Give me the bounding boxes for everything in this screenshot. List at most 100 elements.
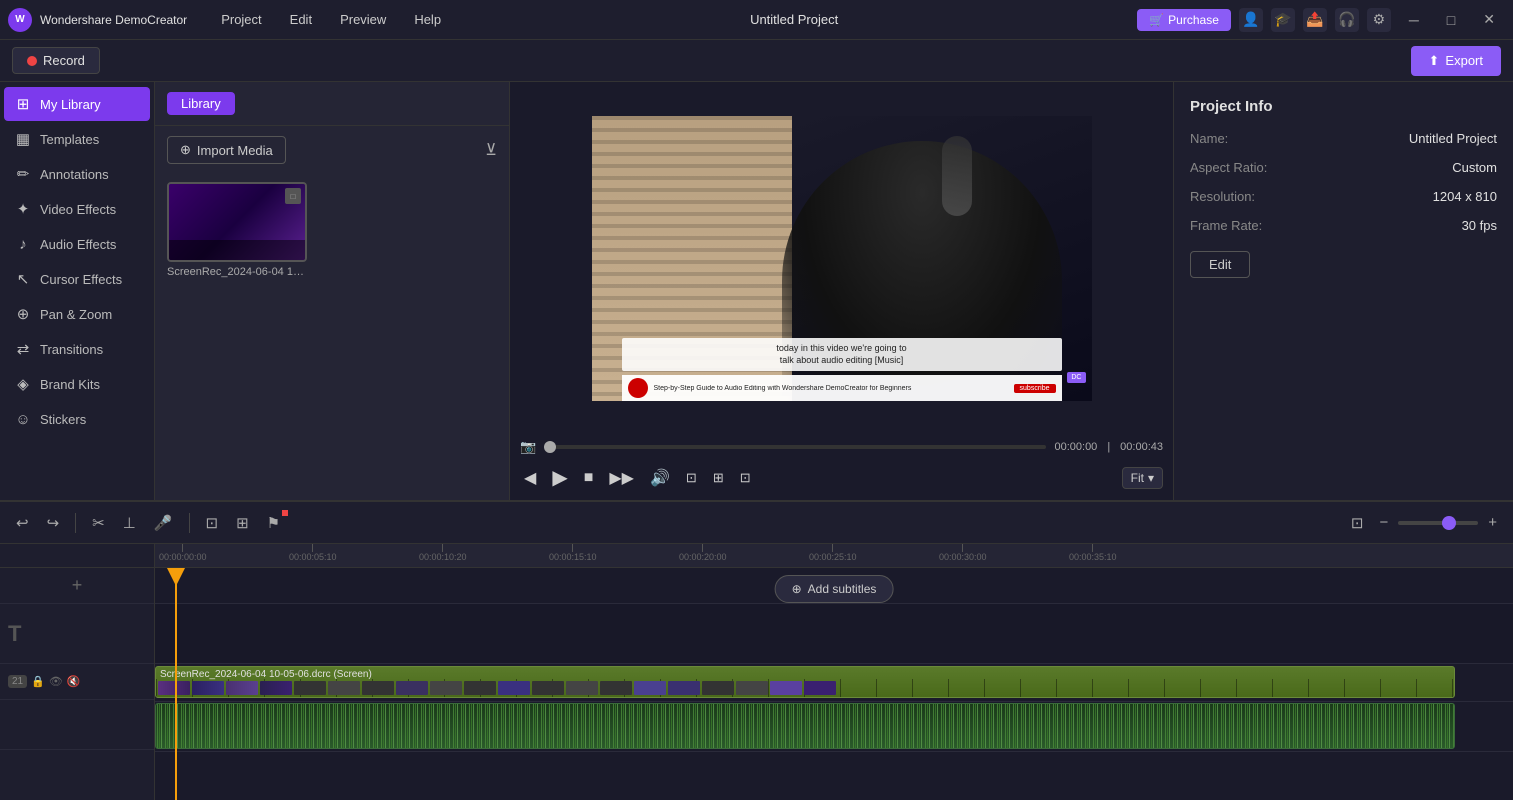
ruler-mark: 00:00:00:00	[159, 544, 207, 562]
ruler-mark: 00:00:35:10	[1069, 544, 1117, 562]
screenshot-icon[interactable]: 📷	[520, 439, 536, 455]
library-tab[interactable]: Library	[167, 92, 235, 115]
purchase-button[interactable]: 🛒 Purchase	[1137, 9, 1231, 31]
menu-preview[interactable]: Preview	[330, 8, 396, 31]
stop-button[interactable]: ■	[580, 467, 598, 489]
ruler-mark: 00:00:25:10	[809, 544, 857, 562]
split-audio-video-button[interactable]: ⊥	[117, 510, 142, 536]
sidebar-item-brand-kits[interactable]: ◈ Brand Kits	[4, 367, 150, 401]
edit-project-info-button[interactable]: Edit	[1190, 251, 1250, 278]
menu-edit[interactable]: Edit	[280, 8, 322, 31]
sidebar-item-label: Video Effects	[40, 202, 116, 217]
mute-icon[interactable]: 🔇	[67, 675, 81, 688]
sidebar-item-transitions[interactable]: ⇄ Transitions	[4, 332, 150, 366]
fullscreen-button[interactable]: ⊡	[736, 468, 755, 488]
import-media-button[interactable]: ⊕ Import Media	[167, 136, 286, 164]
info-row-name: Name: Untitled Project	[1190, 131, 1497, 146]
toolbar-divider	[75, 513, 76, 533]
current-time: 00:00:00	[1054, 441, 1097, 453]
zoom-in-button[interactable]: +	[1482, 510, 1503, 535]
filter-icon[interactable]: ⊻	[485, 140, 497, 160]
sidebar-item-label: Annotations	[40, 167, 109, 182]
video-track-row: ScreenRec_2024-06-04 10-05-06.dcrc (Scre…	[155, 664, 1513, 702]
video-clip[interactable]: ScreenRec_2024-06-04 10-05-06.dcrc (Scre…	[155, 666, 1455, 698]
progress-thumb[interactable]	[544, 441, 556, 453]
import-icon: ⊕	[180, 142, 191, 158]
video-track-controls: 🔒 👁 🔇	[31, 675, 80, 688]
info-row-resolution: Resolution: 1204 x 810	[1190, 189, 1497, 204]
purchase-icon: 🛒	[1149, 13, 1164, 27]
sidebar-item-templates[interactable]: ▦ Templates	[4, 122, 150, 156]
timeline-right[interactable]: 00:00:00:00 00:00:05:10 00:00:10:20 00:0…	[155, 544, 1513, 800]
sidebar-item-label: My Library	[40, 97, 101, 112]
minimize-button[interactable]: ─	[1399, 8, 1429, 32]
cut-button[interactable]: ✂	[86, 510, 111, 536]
brand-kits-icon: ◈	[14, 375, 32, 393]
ruler-tick	[1092, 544, 1093, 552]
zoom-controls: ⊡ − +	[1345, 510, 1503, 536]
volume-button[interactable]: 🔊	[646, 466, 674, 490]
ruler-mark: 00:00:30:00	[939, 544, 987, 562]
menu-help[interactable]: Help	[404, 8, 451, 31]
sidebar-item-cursor-effects[interactable]: ↖ Cursor Effects	[4, 262, 150, 296]
timeline-toolbar: ↩ ↪ ✂ ⊥ 🎤 ⊡ ⊞ ⚑ ⊡ − +	[0, 502, 1513, 544]
send-icon[interactable]: 📤	[1303, 8, 1327, 32]
sidebar-item-pan-zoom[interactable]: ⊕ Pan & Zoom	[4, 297, 150, 331]
zoom-out-button[interactable]: −	[1373, 510, 1394, 535]
sidebar-item-label: Brand Kits	[40, 377, 100, 392]
fit-dropdown[interactable]: Fit ▾	[1122, 467, 1163, 489]
user-account-icon[interactable]: 👤	[1239, 8, 1263, 32]
export-button[interactable]: ⬆ Export	[1411, 46, 1501, 76]
sidebar-item-annotations[interactable]: ✏ Annotations	[4, 157, 150, 191]
flag-button[interactable]: ⚑	[261, 510, 286, 536]
list-item[interactable]: □ ScreenRec_2024-06-04 10-0...	[167, 182, 307, 278]
fit-timeline-button[interactable]: ⊡	[1345, 510, 1370, 536]
lock-icon[interactable]: 🔒	[31, 675, 45, 688]
text-track-icon: T	[8, 621, 21, 647]
sidebar-item-video-effects[interactable]: ✦ Video Effects	[4, 192, 150, 226]
project-info-panel: Project Info Name: Untitled Project Aspe…	[1173, 82, 1513, 500]
rewind-button[interactable]: ◀	[520, 466, 540, 490]
fast-forward-button[interactable]: ▶▶	[605, 466, 638, 490]
sidebar-item-audio-effects[interactable]: ♪ Audio Effects	[4, 227, 150, 261]
add-media-button[interactable]: ⊡	[200, 510, 225, 536]
group-button[interactable]: ⊞	[230, 510, 255, 536]
add-track-button[interactable]: +	[0, 568, 154, 604]
audio-clip[interactable]	[155, 703, 1455, 749]
zoom-thumb[interactable]	[1442, 516, 1456, 530]
audio-track-label	[0, 700, 154, 750]
sidebar-item-label: Stickers	[40, 412, 86, 427]
eye-icon[interactable]: 👁	[49, 675, 63, 688]
toolbar-divider2	[189, 513, 190, 533]
record-button[interactable]: Record	[12, 47, 100, 74]
settings-icon[interactable]: ⚙	[1367, 8, 1391, 32]
channel-description: Step-by-Step Guide to Audio Editing with…	[654, 385, 1008, 392]
channel-bar: Step-by-Step Guide to Audio Editing with…	[622, 375, 1062, 401]
sidebar-item-my-library[interactable]: ⊞ My Library	[4, 87, 150, 121]
sidebar-item-stickers[interactable]: ☺ Stickers	[4, 402, 150, 436]
progress-track[interactable]	[544, 445, 1046, 449]
maximize-button[interactable]: □	[1437, 8, 1465, 32]
redo-button[interactable]: ↪	[41, 510, 66, 536]
plus-circle-icon: ⊕	[792, 582, 802, 596]
undo-button[interactable]: ↩	[10, 510, 35, 536]
crop-button[interactable]: ⊡	[682, 468, 701, 488]
audio-waveform	[156, 704, 1454, 748]
timeline-track-labels: + T 21 🔒 👁 🔇	[0, 544, 155, 800]
text-track-row: ⊕ Add subtitles	[155, 604, 1513, 664]
headset-icon[interactable]: 🎧	[1335, 8, 1359, 32]
ruler-tick	[962, 544, 963, 552]
menu-project[interactable]: Project	[211, 8, 271, 31]
playhead[interactable]	[175, 568, 177, 800]
toolbar: Record ⬆ Export	[0, 40, 1513, 82]
zoom-track[interactable]	[1398, 521, 1478, 525]
close-button[interactable]: ✕	[1473, 7, 1505, 32]
graduation-icon[interactable]: 🎓	[1271, 8, 1295, 32]
resolution-label: Resolution:	[1190, 189, 1255, 204]
zoom-fit-button[interactable]: ⊞	[709, 468, 728, 488]
add-subtitles-button[interactable]: ⊕ Add subtitles	[775, 575, 894, 603]
record-voice-button[interactable]: 🎤	[148, 510, 179, 536]
play-button[interactable]: ▶	[548, 463, 571, 492]
ruler-mark: 00:00:10:20	[419, 544, 467, 562]
audio-effects-icon: ♪	[14, 235, 32, 253]
